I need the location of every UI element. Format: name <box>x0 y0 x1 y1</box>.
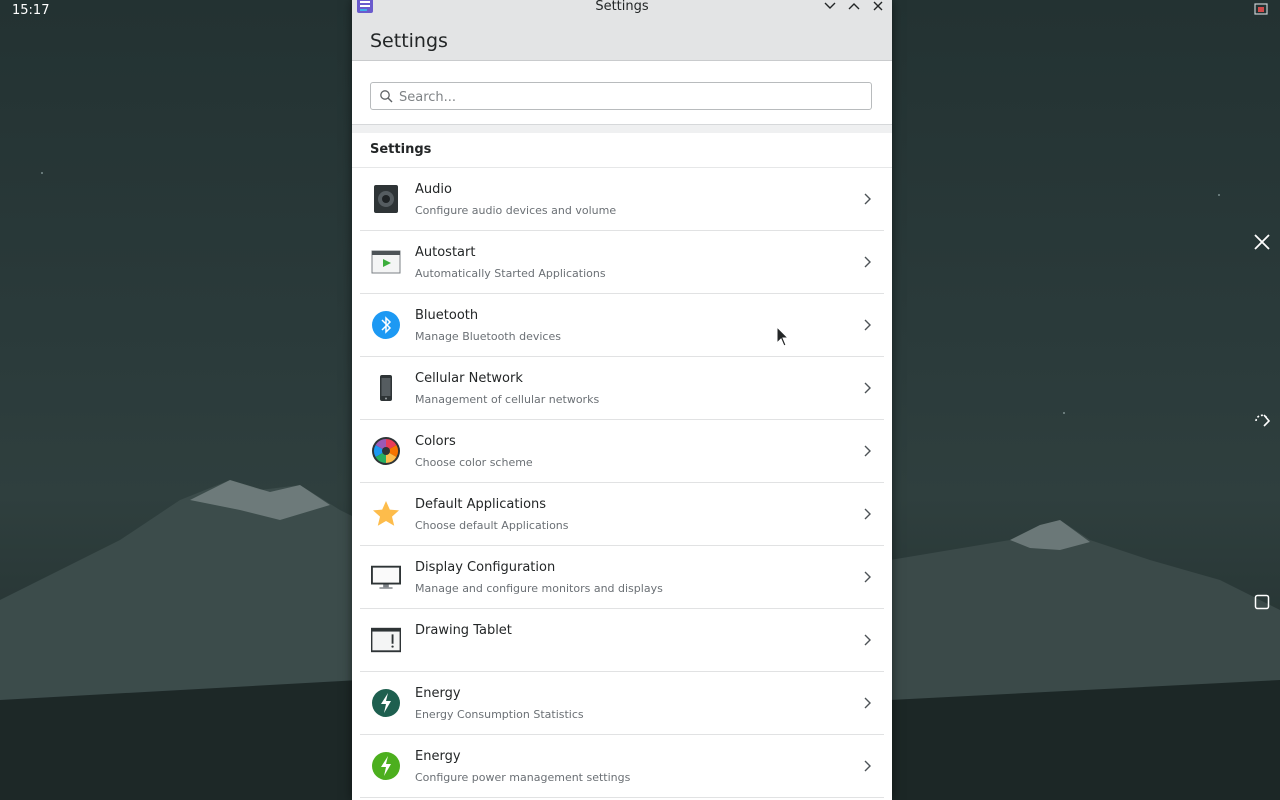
close-button[interactable] <box>870 0 886 14</box>
section-title: Settings <box>352 133 892 168</box>
chevron-right-icon <box>864 445 871 457</box>
item-name: Default Applications <box>415 497 547 512</box>
list-item-autostart[interactable]: Autostart Automatically Started Applicat… <box>360 231 884 294</box>
item-description: Automatically Started Applications <box>415 267 606 280</box>
chevron-right-icon <box>864 760 871 772</box>
close-overlay-button[interactable] <box>1250 230 1274 254</box>
chevron-up-icon <box>848 3 860 10</box>
search-icon <box>380 90 393 103</box>
settings-list: Audio Configure audio devices and volume… <box>352 168 892 798</box>
page-header: Settings <box>352 14 892 61</box>
list-item-colors[interactable]: Colors Choose color scheme <box>360 420 884 483</box>
search-area <box>352 62 892 125</box>
speaker-icon <box>374 185 398 213</box>
item-name: Drawing Tablet <box>415 623 512 638</box>
chevron-right-icon <box>864 319 871 331</box>
tablet-icon <box>371 627 401 653</box>
item-name: Energy <box>415 749 461 764</box>
item-name: Energy <box>415 686 461 701</box>
star-icon <box>373 501 399 526</box>
settings-window: Settings Settings Settings <box>352 0 892 800</box>
item-description: Management of cellular networks <box>415 393 600 406</box>
list-item-cellular-network[interactable]: Cellular Network Management of cellular … <box>360 357 884 420</box>
page-title: Settings <box>370 30 448 52</box>
chevron-right-icon <box>864 634 871 646</box>
list-item-drawing-tablet[interactable]: Drawing Tablet <box>360 609 884 672</box>
list-item-audio[interactable]: Audio Configure audio devices and volume <box>360 168 884 231</box>
item-name: Display Configuration <box>415 560 556 575</box>
chevron-right-icon <box>864 256 871 268</box>
list-item-display-configuration[interactable]: Display Configuration Manage and configu… <box>360 546 884 609</box>
item-description: Configure power management settings <box>415 771 631 784</box>
square-icon <box>1254 594 1270 610</box>
list-item-energy-statistics[interactable]: Energy Energy Consumption Statistics <box>360 672 884 735</box>
item-name: Bluetooth <box>415 308 479 323</box>
maximize-button[interactable] <box>846 0 862 14</box>
wallpaper-mountain-left <box>0 480 360 800</box>
item-name: Audio <box>415 182 452 197</box>
settings-app-icon <box>357 0 373 13</box>
phone-icon <box>380 375 392 401</box>
clock: 15:17 <box>12 3 50 18</box>
section-divider <box>352 125 892 133</box>
rotate-button[interactable] <box>1250 409 1274 433</box>
window-controls <box>822 0 886 14</box>
chevron-right-icon <box>864 193 871 205</box>
star <box>41 172 43 174</box>
list-item-energy-power[interactable]: Energy Configure power management settin… <box>360 735 884 798</box>
item-name: Cellular Network <box>415 371 523 386</box>
list-item-bluetooth[interactable]: Bluetooth Manage Bluetooth devices <box>360 294 884 357</box>
item-description: Configure audio devices and volume <box>415 204 617 217</box>
item-description: Energy Consumption Statistics <box>415 708 584 721</box>
item-description: Manage Bluetooth devices <box>415 330 561 343</box>
minimize-button[interactable] <box>822 0 838 14</box>
window-title: Settings <box>595 0 649 14</box>
screen-tray-icon[interactable] <box>1254 3 1268 17</box>
close-icon <box>873 1 883 11</box>
close-icon <box>1254 234 1270 250</box>
chevron-right-icon <box>864 571 871 583</box>
bluetooth-icon <box>372 311 400 339</box>
autostart-icon <box>371 250 401 274</box>
chevron-right-icon <box>864 697 871 709</box>
color-wheel-icon <box>372 437 400 465</box>
chevron-right-icon <box>864 382 871 394</box>
item-description: Manage and configure monitors and displa… <box>415 582 663 595</box>
chevron-right-icon <box>864 508 871 520</box>
window-titlebar[interactable]: Settings <box>352 0 892 14</box>
list-item-default-applications[interactable]: Default Applications Choose default Appl… <box>360 483 884 546</box>
rotate-icon <box>1255 414 1271 427</box>
mouse-pointer-icon <box>776 326 790 347</box>
power-icon <box>372 752 400 780</box>
item-name: Colors <box>415 434 456 449</box>
energy-stats-icon <box>372 689 400 717</box>
star <box>1218 194 1220 196</box>
star <box>1063 412 1065 414</box>
search-input[interactable] <box>397 85 861 109</box>
item-description: Choose default Applications <box>415 519 569 532</box>
overview-button[interactable] <box>1250 590 1274 614</box>
item-description: Choose color scheme <box>415 456 533 469</box>
wallpaper-mountain-right <box>890 520 1280 800</box>
chevron-down-icon <box>824 2 836 9</box>
monitor-icon <box>371 565 401 589</box>
item-name: Autostart <box>415 245 476 260</box>
search-box[interactable] <box>370 82 872 110</box>
